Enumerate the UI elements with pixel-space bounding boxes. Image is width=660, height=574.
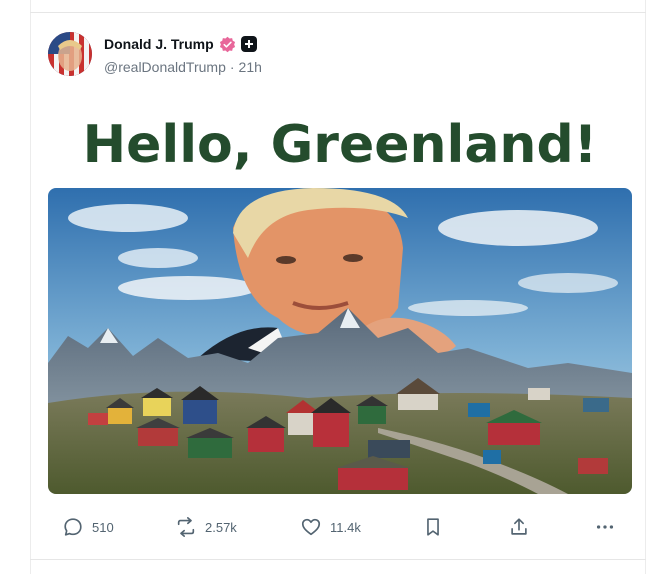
plus-badge-icon: [240, 36, 257, 52]
bookmark-icon: [427, 518, 439, 536]
greenland-photo: [48, 188, 632, 494]
post-header: Donald J. Trump @realDonaldTrump · 21h: [48, 32, 608, 80]
display-name[interactable]: Donald J. Trump: [104, 36, 214, 52]
post-divider-bottom: [30, 559, 646, 560]
like-count: 11.4k: [330, 519, 361, 535]
share-icon: [511, 518, 527, 535]
reply-button[interactable]: 510: [62, 514, 114, 540]
repost-count: 2.57k: [205, 519, 237, 535]
repost-button[interactable]: 2.57k: [175, 514, 237, 540]
feed-border-right: [645, 0, 646, 574]
handle-row: @realDonaldTrump · 21h: [104, 59, 262, 75]
feed-border-left: [30, 0, 31, 574]
more-button[interactable]: [594, 514, 616, 540]
comment-icon: [64, 518, 82, 536]
post-divider-top: [30, 12, 646, 13]
post-image[interactable]: [48, 188, 632, 494]
name-row: Donald J. Trump: [104, 34, 257, 54]
like-button[interactable]: 11.4k: [300, 514, 361, 540]
share-button[interactable]: [508, 514, 530, 540]
separator-dot: ·: [229, 59, 235, 75]
bookmark-button[interactable]: [422, 514, 444, 540]
verified-icon: [219, 36, 235, 52]
handle[interactable]: @realDonaldTrump: [104, 59, 226, 75]
post-time[interactable]: 21h: [239, 59, 262, 75]
post-actions: 510 2.57k 11.4k: [62, 514, 622, 540]
avatar-image: [48, 32, 92, 76]
more-dots-icon: [596, 525, 614, 529]
media-title: Hello, Greenland!: [82, 115, 598, 175]
heart-icon: [301, 518, 321, 536]
reply-count: 510: [92, 519, 114, 535]
avatar[interactable]: [48, 32, 92, 76]
repost-icon: [177, 517, 195, 537]
